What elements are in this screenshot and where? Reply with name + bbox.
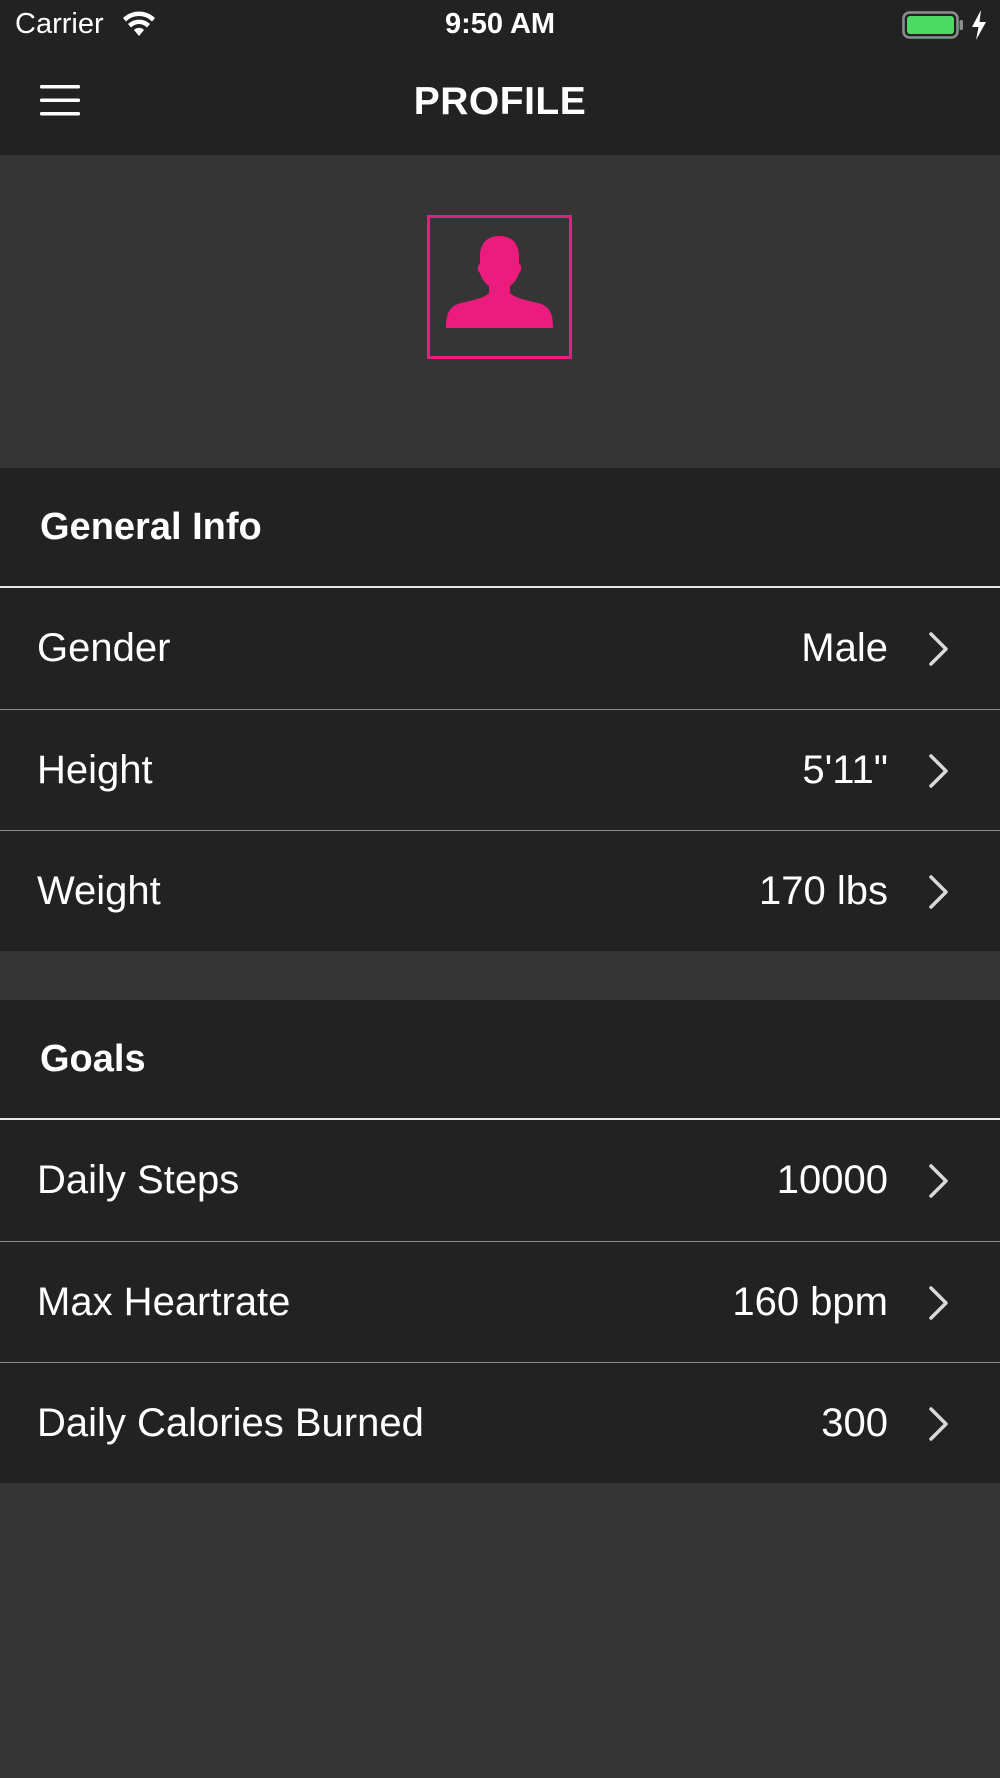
daily-steps-value: 10000 <box>776 1158 888 1202</box>
goals-section: Goals Daily Steps 10000 Max Heartrate 16… <box>0 1000 1000 1483</box>
height-value: 5'11" <box>802 748 888 792</box>
chevron-right-icon <box>929 632 948 666</box>
avatar[interactable] <box>427 215 572 359</box>
chevron-right-icon <box>929 875 948 909</box>
daily-steps-label: Daily Steps <box>37 1158 240 1202</box>
height-row[interactable]: Height 5'11" <box>0 709 1000 830</box>
general-info-section: General Info Gender Male Height 5'11" We… <box>0 468 1000 951</box>
daily-calories-label: Daily Calories Burned <box>37 1401 424 1445</box>
chevron-right-icon <box>929 1407 948 1441</box>
general-info-header: General Info <box>0 468 1000 588</box>
gender-value: Male <box>801 626 888 670</box>
charging-bolt-icon <box>972 10 986 40</box>
weight-value: 170 lbs <box>759 869 888 913</box>
user-silhouette-icon <box>446 236 553 328</box>
daily-steps-row[interactable]: Daily Steps 10000 <box>0 1120 1000 1241</box>
avatar-area <box>0 155 1000 468</box>
battery-icon <box>902 11 963 39</box>
daily-calories-row[interactable]: Daily Calories Burned 300 <box>0 1362 1000 1483</box>
chevron-right-icon <box>929 1286 948 1320</box>
navigation-bar: PROFILE <box>0 50 1000 155</box>
weight-row[interactable]: Weight 170 lbs <box>0 830 1000 951</box>
chevron-right-icon <box>929 1164 948 1198</box>
height-label: Height <box>37 748 153 792</box>
weight-label: Weight <box>37 869 161 913</box>
profile-screen: Carrier 9:50 AM PROFILE General Info Gen… <box>0 0 1000 1778</box>
gender-row[interactable]: Gender Male <box>0 588 1000 709</box>
daily-calories-value: 300 <box>821 1401 888 1445</box>
page-title: PROFILE <box>413 80 587 123</box>
max-heartrate-value: 160 bpm <box>732 1280 888 1324</box>
goals-title: Goals <box>40 1038 146 1080</box>
status-bar: Carrier 9:50 AM <box>0 0 1000 50</box>
goals-header: Goals <box>0 1000 1000 1120</box>
chevron-right-icon <box>929 754 948 788</box>
status-time: 9:50 AM <box>444 8 556 40</box>
max-heartrate-label: Max Heartrate <box>37 1280 291 1324</box>
max-heartrate-row[interactable]: Max Heartrate 160 bpm <box>0 1241 1000 1362</box>
gender-label: Gender <box>37 626 171 670</box>
general-info-title: General Info <box>40 506 262 548</box>
